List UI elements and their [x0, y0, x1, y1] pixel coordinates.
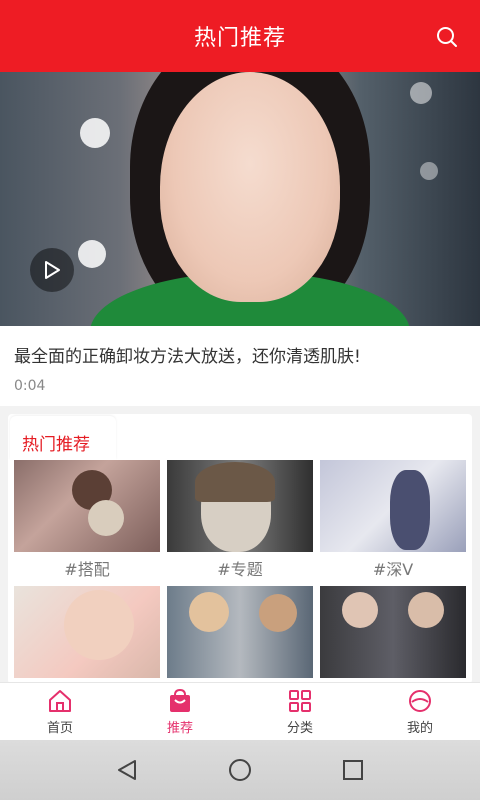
recommend-section: 热门推荐 #搭配 #专题 #深V	[8, 414, 472, 684]
play-icon	[45, 261, 60, 279]
grid-icon	[289, 689, 311, 712]
grid-item[interactable]	[167, 586, 313, 682]
nav-item-category[interactable]: 分类	[240, 683, 360, 740]
grid-item[interactable]	[14, 586, 160, 682]
page-title: 热门推荐	[193, 26, 286, 51]
nav-label: 推荐	[166, 720, 193, 736]
tab-hot-recommend[interactable]: 热门推荐	[10, 416, 116, 460]
video-duration: 0:04	[14, 378, 46, 394]
grid-item[interactable]: #搭配	[14, 460, 160, 580]
recents-square-icon	[343, 760, 364, 780]
profile-icon	[409, 689, 431, 712]
app: 热门推荐 最全面的正确卸妆方法大放送，还你清透肌肤! 0:04 热门推荐 #搭配…	[0, 0, 480, 800]
home-icon	[49, 689, 71, 712]
bokeh-light	[80, 118, 110, 148]
bottom-nav: 首页 推荐 分类 我的	[0, 682, 480, 740]
shopping-bag-icon	[170, 688, 190, 712]
system-home-button[interactable]	[226, 756, 254, 784]
grid-tag: #深V	[372, 560, 414, 579]
video-player[interactable]	[0, 72, 480, 326]
search-icon	[437, 27, 457, 47]
top-bar: 热门推荐	[0, 0, 480, 72]
bokeh-light	[410, 82, 432, 104]
nav-item-mine[interactable]: 我的	[360, 683, 480, 740]
grid-item[interactable]: #深V	[320, 460, 466, 580]
tab-label: 热门推荐	[22, 435, 90, 455]
grid-item[interactable]: #专题	[167, 460, 313, 580]
system-nav-bar	[0, 740, 480, 800]
nav-item-recommend[interactable]: 推荐	[120, 683, 240, 740]
grid-thumbnail	[320, 460, 466, 552]
grid-item[interactable]	[320, 586, 466, 682]
grid-thumbnail	[167, 460, 313, 552]
bokeh-light	[78, 240, 106, 268]
video-caption[interactable]: 最全面的正确卸妆方法大放送，还你清透肌肤! 0:04	[0, 326, 480, 406]
search-button[interactable]	[436, 26, 458, 48]
back-triangle-icon	[117, 760, 136, 780]
grid-thumbnail	[167, 586, 313, 678]
grid-tag: #搭配	[64, 560, 110, 579]
bokeh-light	[420, 162, 438, 180]
grid-thumbnail	[14, 460, 160, 552]
home-circle-icon	[228, 759, 251, 781]
nav-label: 我的	[406, 720, 433, 736]
play-button[interactable]	[30, 248, 74, 292]
grid-tag: #专题	[217, 560, 263, 579]
system-back-button[interactable]	[113, 756, 141, 784]
grid-thumbnail	[14, 586, 160, 678]
system-recents-button[interactable]	[339, 756, 367, 784]
video-subject-face	[160, 72, 340, 302]
nav-item-home[interactable]: 首页	[0, 683, 120, 740]
video-title: 最全面的正确卸妆方法大放送，还你清透肌肤!	[14, 347, 361, 367]
nav-label: 分类	[286, 720, 313, 736]
grid-thumbnail	[320, 586, 466, 678]
nav-label: 首页	[46, 720, 73, 736]
